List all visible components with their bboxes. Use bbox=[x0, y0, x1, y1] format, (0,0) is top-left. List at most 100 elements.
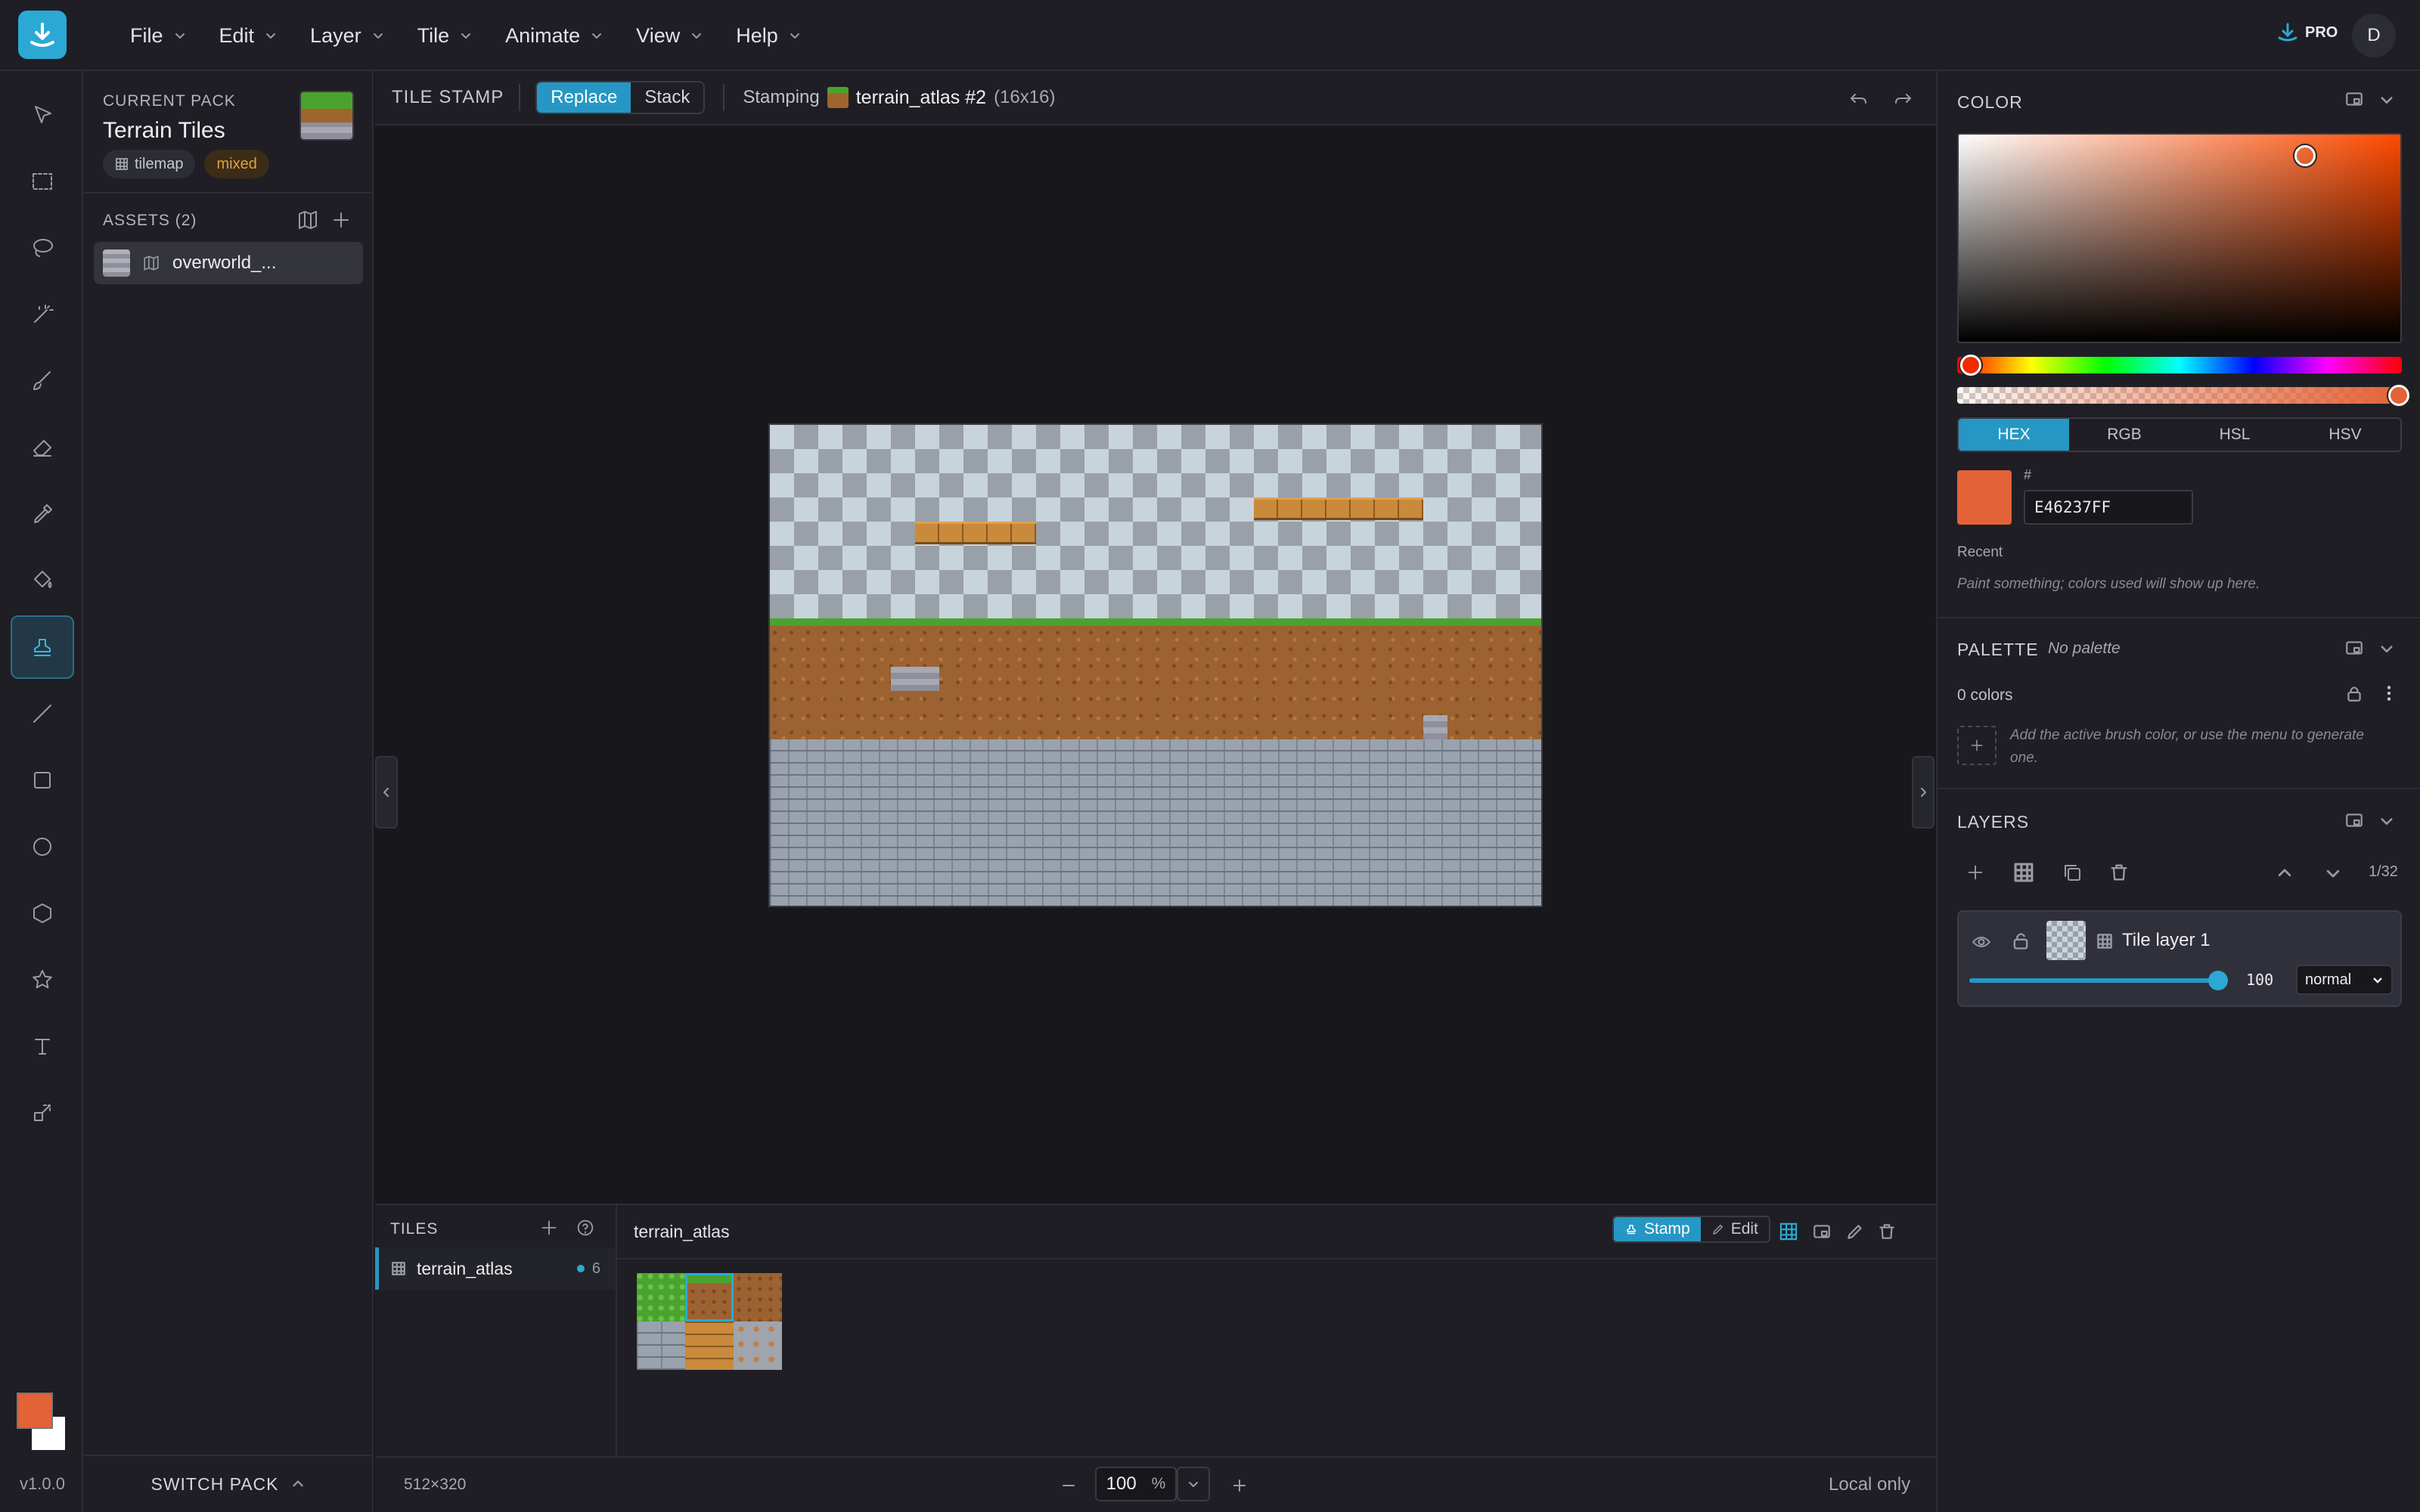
map-icon[interactable] bbox=[296, 209, 319, 231]
tab-hex[interactable]: HEX bbox=[1959, 419, 2069, 451]
atlas-tile-ore[interactable] bbox=[734, 1321, 782, 1370]
tool-ellipse[interactable] bbox=[11, 815, 74, 878]
tool-lasso[interactable] bbox=[11, 216, 74, 280]
avatar[interactable]: D bbox=[2352, 14, 2396, 57]
tool-fill[interactable] bbox=[11, 549, 74, 612]
help-icon[interactable] bbox=[575, 1217, 596, 1238]
more-options-icon[interactable] bbox=[2379, 683, 2399, 703]
tile-properties-icon[interactable] bbox=[1812, 1222, 1832, 1241]
menu-animate[interactable]: Animate bbox=[489, 0, 619, 71]
menu-tile[interactable]: Tile bbox=[401, 0, 489, 71]
unlock-icon[interactable] bbox=[2010, 930, 2031, 951]
hue-slider[interactable] bbox=[1957, 357, 2402, 373]
stamp-mode-button[interactable]: Stamp bbox=[1614, 1217, 1701, 1241]
trash-icon[interactable] bbox=[2108, 862, 2130, 883]
pack-thumbnail[interactable] bbox=[299, 91, 354, 141]
layer-row[interactable]: Tile layer 1 100 normal bbox=[1957, 910, 2402, 1007]
tab-hsl[interactable]: HSL bbox=[2180, 419, 2290, 451]
tool-stamp[interactable] bbox=[11, 615, 74, 679]
layer-opacity-slider[interactable] bbox=[1969, 978, 2219, 983]
tileset-name: terrain_atlas bbox=[417, 1258, 513, 1278]
atlas-tile-grass-dirt[interactable] bbox=[685, 1273, 734, 1321]
transform-icon bbox=[34, 1105, 51, 1121]
lock-icon[interactable] bbox=[2344, 683, 2364, 703]
pencil-icon[interactable] bbox=[1845, 1222, 1865, 1241]
tool-select[interactable] bbox=[11, 83, 74, 147]
tab-hsv[interactable]: HSV bbox=[2290, 419, 2400, 451]
pro-badge[interactable]: PRO bbox=[2276, 21, 2338, 44]
wood-platform bbox=[915, 522, 1036, 544]
hue-slider-handle[interactable] bbox=[1960, 355, 1981, 376]
divider bbox=[83, 192, 374, 194]
saturation-value-picker[interactable] bbox=[1957, 133, 2402, 343]
zoom-input[interactable]: 100 % bbox=[1095, 1467, 1177, 1501]
chevron-down-icon[interactable] bbox=[2379, 92, 2394, 107]
add-asset-icon[interactable] bbox=[330, 209, 352, 231]
atlas-tile-wood[interactable] bbox=[685, 1321, 734, 1370]
tilemap-canvas[interactable] bbox=[768, 423, 1543, 907]
tool-eraser[interactable] bbox=[11, 416, 74, 479]
move-layer-up-icon[interactable] bbox=[2276, 865, 2293, 881]
add-layer-icon[interactable] bbox=[1965, 862, 1986, 883]
current-color-swatch[interactable] bbox=[1957, 470, 2012, 525]
tool-marquee[interactable] bbox=[11, 150, 74, 213]
add-tileset-icon[interactable] bbox=[538, 1217, 560, 1238]
tool-star[interactable] bbox=[11, 948, 74, 1012]
atlas-tile-grass[interactable] bbox=[637, 1273, 685, 1321]
grid-icon bbox=[392, 1262, 405, 1275]
tool-polygon[interactable] bbox=[11, 881, 74, 945]
tab-rgb[interactable]: RGB bbox=[2069, 419, 2180, 451]
tool-transform[interactable] bbox=[11, 1081, 74, 1145]
tool-rectangle[interactable] bbox=[11, 748, 74, 812]
zoom-presets-dropdown[interactable] bbox=[1177, 1467, 1210, 1501]
palette-name[interactable]: No palette bbox=[2048, 640, 2121, 658]
tileset-item-terrain-atlas[interactable]: terrain_atlas 6 bbox=[375, 1247, 616, 1290]
atlas-tile-dirt[interactable] bbox=[734, 1273, 782, 1321]
foreground-color-swatch[interactable] bbox=[17, 1393, 53, 1429]
chevron-down-icon[interactable] bbox=[2379, 813, 2394, 829]
detach-panel-icon[interactable] bbox=[2344, 810, 2364, 830]
switch-pack-button[interactable]: SWITCH PACK bbox=[83, 1455, 374, 1512]
hex-input[interactable]: E46237FF bbox=[2024, 490, 2193, 525]
add-tile-layer-icon[interactable] bbox=[2013, 862, 2034, 883]
sv-picker-handle[interactable] bbox=[2294, 145, 2316, 166]
atlas-tile-stone[interactable] bbox=[637, 1321, 685, 1370]
zoom-in-icon[interactable] bbox=[1230, 1476, 1249, 1495]
blend-mode-select[interactable]: normal bbox=[2296, 965, 2393, 995]
collapse-left-panel-button[interactable] bbox=[375, 756, 398, 829]
duplicate-layer-icon[interactable] bbox=[2062, 862, 2083, 883]
move-layer-down-icon[interactable] bbox=[2325, 865, 2341, 881]
alpha-slider[interactable] bbox=[1957, 387, 2402, 404]
detach-panel-icon[interactable] bbox=[2344, 638, 2364, 658]
layer-opacity-handle[interactable] bbox=[2208, 971, 2228, 990]
stack-button[interactable]: Stack bbox=[631, 82, 703, 113]
layer-name[interactable]: Tile layer 1 bbox=[2122, 930, 2210, 951]
detach-panel-icon[interactable] bbox=[2344, 89, 2364, 109]
tool-line[interactable] bbox=[11, 682, 74, 745]
tool-magic-wand[interactable] bbox=[11, 283, 74, 346]
redo-icon[interactable] bbox=[1892, 88, 1913, 109]
trash-icon[interactable] bbox=[1877, 1222, 1897, 1241]
add-palette-color-button[interactable] bbox=[1957, 726, 1996, 765]
zoom-value: 100 bbox=[1106, 1473, 1137, 1494]
collapse-right-panel-button[interactable] bbox=[1912, 756, 1934, 829]
replace-button[interactable]: Replace bbox=[537, 82, 631, 113]
eye-icon[interactable] bbox=[1971, 931, 1992, 953]
top-bar: File Edit Layer Tile Animate View Help P… bbox=[0, 0, 2420, 71]
alpha-slider-handle[interactable] bbox=[2388, 385, 2409, 406]
tool-brush[interactable] bbox=[11, 349, 74, 413]
menu-file[interactable]: File bbox=[113, 0, 203, 71]
menu-edit[interactable]: Edit bbox=[203, 0, 294, 71]
menu-view[interactable]: View bbox=[619, 0, 719, 71]
grid-view-icon[interactable] bbox=[1779, 1222, 1798, 1241]
asset-item-overworld[interactable]: overworld_... bbox=[94, 242, 363, 284]
undo-icon[interactable] bbox=[1848, 88, 1869, 109]
app-logo-icon[interactable] bbox=[18, 11, 67, 59]
chevron-down-icon[interactable] bbox=[2379, 641, 2394, 656]
tool-text[interactable] bbox=[11, 1015, 74, 1078]
tool-eyedropper[interactable] bbox=[11, 482, 74, 546]
menu-layer[interactable]: Layer bbox=[293, 0, 401, 71]
edit-mode-button[interactable]: Edit bbox=[1701, 1217, 1769, 1241]
menu-help[interactable]: Help bbox=[719, 0, 818, 71]
zoom-out-icon[interactable] bbox=[1059, 1476, 1078, 1495]
